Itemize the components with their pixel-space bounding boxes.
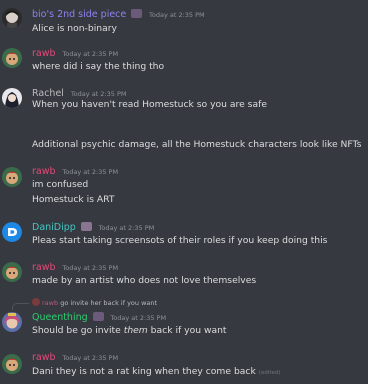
message-text: Should be go invite them back if you wan… [32,325,227,337]
author-name[interactable]: Queenthing [32,312,88,323]
reply-text: go invite her back if you want [60,299,158,307]
avatar[interactable] [2,48,22,68]
message-text-part: Should be go invite [32,325,124,336]
avatar-image [2,222,22,242]
avatar[interactable] [2,354,22,374]
avatar[interactable] [2,262,22,282]
edited-label: (edited) [258,370,281,376]
timestamp: Today at 2:35 PM [62,264,119,272]
author-name[interactable]: rawb [32,48,56,59]
avatar[interactable] [2,88,22,108]
reply-connector [12,303,29,310]
author-name[interactable]: DaniDipp [32,222,76,233]
message-text-part: back if you want [147,325,227,336]
author-name[interactable]: bio's 2nd side piece [32,9,126,20]
message-text: made by an artist who does not love them… [32,275,257,286]
avatar-image [2,354,22,374]
message-text: where did i say the thing tho [32,61,165,72]
author-name[interactable]: rawb [32,352,56,363]
author-name[interactable]: rawb [32,262,56,273]
reply-avatar [32,298,40,306]
timestamp: Today at 2:35 PM [149,11,205,19]
message-text: Alice is non-binary [32,23,117,34]
message-text: Pleas start taking screensots of their r… [32,235,328,246]
avatar[interactable] [2,312,22,332]
timestamp: Today at 2:35 PM [70,90,127,98]
role-icon [92,312,104,321]
chat-message-list: bio's 2nd side piece Today at 2:35 PM Al… [0,0,368,384]
avatar-image [2,8,22,28]
message-header: Queenthing Today at 2:35 PM [32,312,166,324]
message-header: rawb Today at 2:35 PM [32,166,118,178]
message-text: Homestuck is ART [32,194,115,205]
timestamp: Today at 2:35 PM [62,168,119,176]
message-text: When you haven't read Homestuck so you a… [32,99,267,110]
message-header: rawb Today at 2:35 PM [32,262,118,274]
avatar-image [2,88,22,108]
author-name[interactable]: rawb [32,166,56,177]
message-text-emphasis: them [123,325,148,336]
avatar[interactable] [2,8,22,28]
message-header: rawb Today at 2:35 PM [32,48,118,60]
timestamp: Today at 2:35 PM [62,50,119,58]
avatar[interactable] [2,167,22,187]
reply-preview[interactable]: rawb go invite her back if you want [32,298,157,308]
role-icon [80,222,92,231]
message-text: im confused [32,179,89,190]
message-header: rawb Today at 2:35 PM [32,352,118,364]
author-name[interactable]: Rachel [32,88,64,99]
avatar-image [2,262,22,282]
avatar-image [2,167,22,187]
message-text: Additional psychic damage, all the Homes… [32,139,362,150]
avatar-image [2,48,22,68]
message-text: Dani they is not a rat king when they co… [32,366,281,379]
message-text-part: Dani they is not a rat king when they co… [32,366,256,377]
role-icon [131,9,143,18]
timestamp: Today at 2:35 PM [110,314,167,322]
avatar[interactable] [2,222,22,242]
message-header: bio's 2nd side piece Today at 2:35 PM [32,9,205,21]
message-header: DaniDipp Today at 2:35 PM [32,222,154,234]
reply-author: rawb [42,299,59,307]
avatar-image [2,312,22,332]
timestamp: Today at 2:35 PM [98,224,155,232]
timestamp: Today at 2:35 PM [62,354,119,362]
